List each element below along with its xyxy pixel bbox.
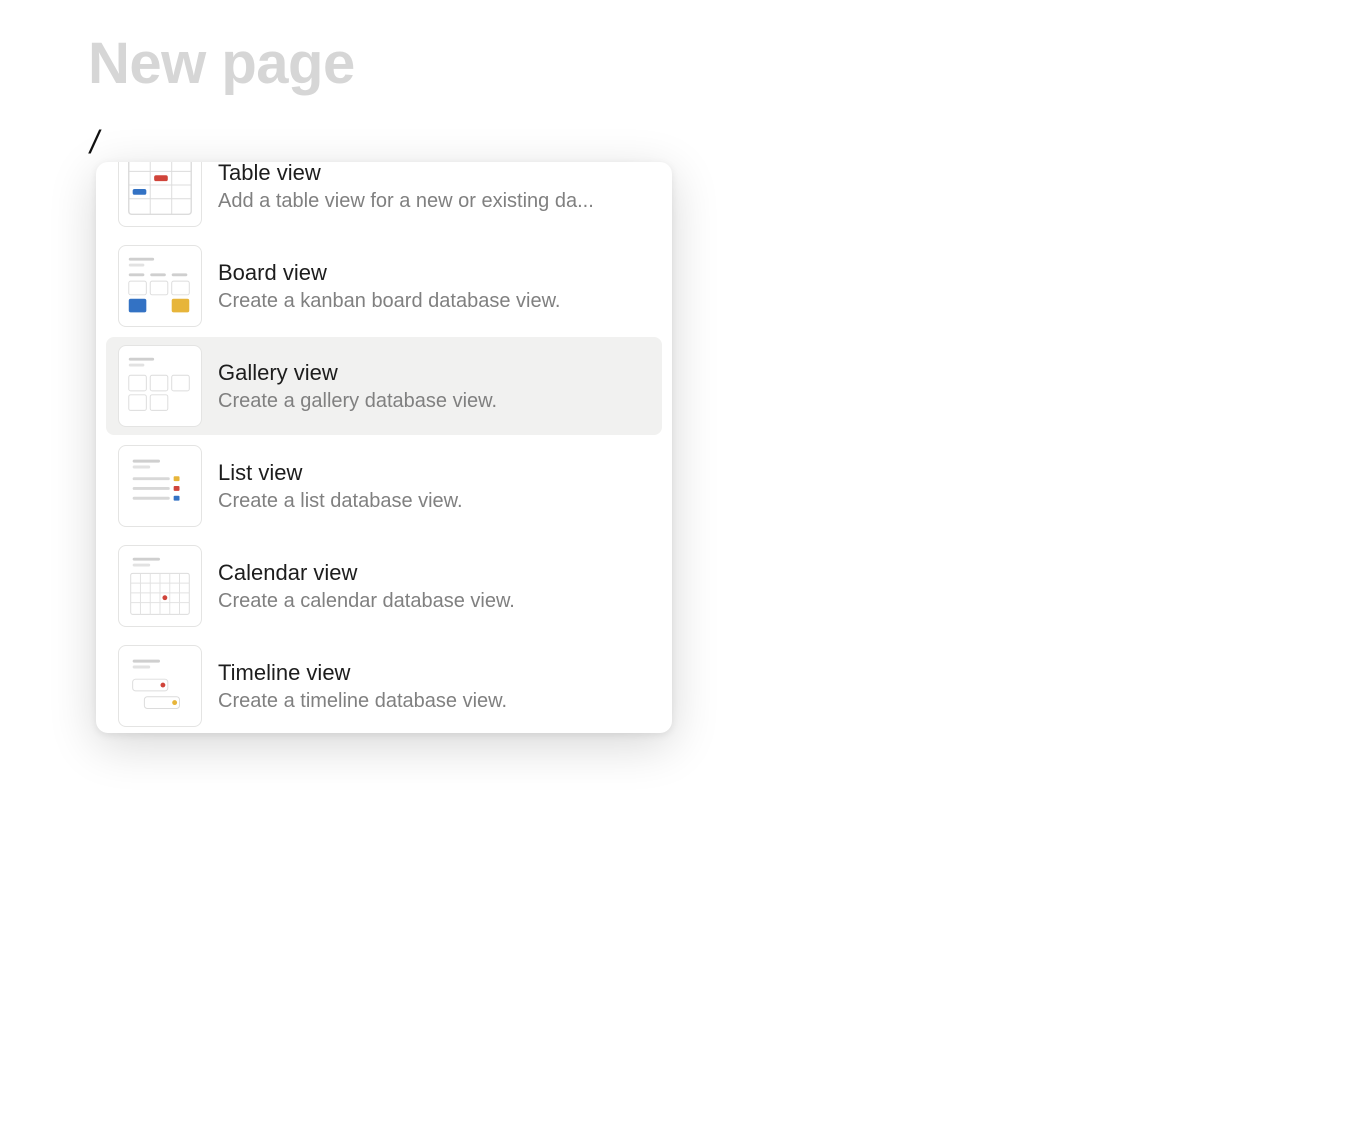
menu-item-timeline-view[interactable]: Timeline view Create a timeline database… (106, 637, 662, 733)
menu-item-desc: Create a kanban board database view. (218, 290, 650, 313)
calendar-view-icon (118, 545, 202, 627)
menu-item-gallery-view[interactable]: Gallery view Create a gallery database v… (106, 337, 662, 435)
menu-item-name: Gallery view (218, 360, 650, 386)
menu-item-name: Timeline view (218, 660, 650, 686)
menu-item-desc: Create a calendar database view. (218, 590, 650, 613)
menu-item-name: Calendar view (218, 560, 650, 586)
menu-item-name: Board view (218, 260, 650, 286)
menu-item-table-view[interactable]: Table view Add a table view for a new or… (106, 162, 662, 235)
list-view-icon (118, 445, 202, 527)
menu-item-desc: Create a list database view. (218, 490, 650, 513)
board-view-icon (118, 245, 202, 327)
menu-item-desc: Create a timeline database view. (218, 690, 650, 713)
menu-item-name: Table view (218, 162, 650, 186)
gallery-view-icon (118, 345, 202, 427)
menu-item-calendar-view[interactable]: Calendar view Create a calendar database… (106, 537, 662, 635)
menu-item-desc: Create a gallery database view. (218, 390, 650, 413)
menu-item-list-view[interactable]: List view Create a list database view. (106, 437, 662, 535)
page-title-placeholder[interactable]: New page (88, 30, 355, 97)
menu-item-board-view[interactable]: Board view Create a kanban board databas… (106, 237, 662, 335)
menu-item-name: List view (218, 460, 650, 486)
table-view-icon (118, 162, 202, 227)
menu-item-desc: Add a table view for a new or existing d… (218, 190, 650, 213)
slash-command-trigger[interactable]: / (90, 124, 99, 161)
block-type-menu: Table view Add a table view for a new or… (96, 162, 672, 733)
timeline-view-icon (118, 645, 202, 727)
